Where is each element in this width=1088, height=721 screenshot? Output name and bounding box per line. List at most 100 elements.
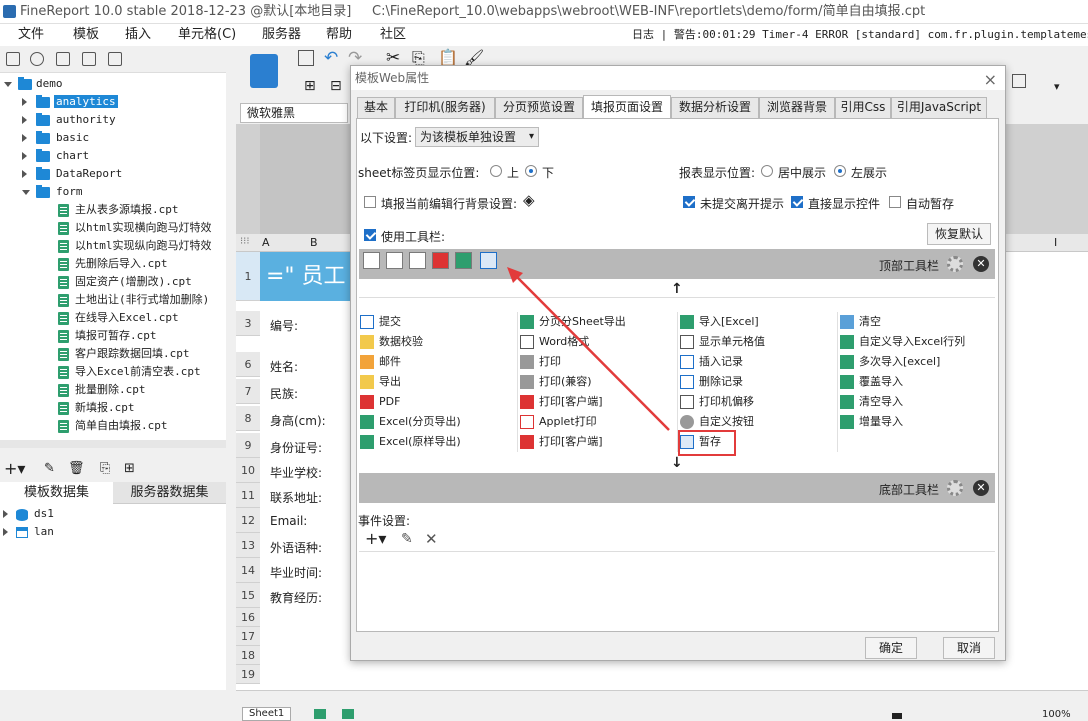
delete-icon[interactable] [108,52,122,66]
menu-insert[interactable]: 插入 [125,24,151,46]
btn-insert-record[interactable]: 插入记录 [679,352,743,372]
btn-print-client[interactable]: 打印[客户端] [519,392,603,412]
tree-node-basic[interactable]: basic [0,129,89,147]
excel-export-icon[interactable] [455,252,472,269]
checkbox-auto-save[interactable] [889,196,901,208]
add-event-icon[interactable]: +▾ [365,529,386,548]
btn-sheet-export[interactable]: 分页分Sheet导出 [519,312,626,332]
row-header-6[interactable]: 6 [236,352,260,377]
row-header-14[interactable]: 14 [236,558,260,583]
tree-file[interactable]: 导入Excel前清空表.cpt [0,363,201,381]
cell-element-icon[interactable] [250,54,278,88]
delete-icon[interactable]: ✕ [425,530,438,548]
tab-data-analysis[interactable]: 数据分析设置 [671,97,759,118]
tree-file[interactable]: 先删除后导入.cpt [0,255,168,273]
print-icon[interactable] [409,252,426,269]
tree-node-form[interactable]: form [0,183,83,201]
btn-clear[interactable]: 清空 [839,312,881,332]
btn-multi-import[interactable]: 多次导入[excel] [839,352,940,372]
tree-node-demo[interactable]: demo [0,75,63,93]
refresh-icon[interactable] [30,52,44,66]
menu-server[interactable]: 服务器 [262,24,301,46]
locate-icon[interactable] [56,52,70,66]
temp-save-icon[interactable] [480,252,497,269]
gear-icon[interactable] [947,256,963,272]
btn-verify[interactable]: 数据校验 [359,332,423,352]
tab-write-page[interactable]: 填报页面设置 [583,95,671,118]
new-folder-icon[interactable] [6,52,20,66]
tree-file[interactable]: 填报可暂存.cpt [0,327,157,345]
row-header-12[interactable]: 12 [236,508,260,533]
row-header-9[interactable]: 9 [236,433,260,458]
row-header-3[interactable]: 3 [236,311,260,336]
tab-page-preview[interactable]: 分页预览设置 [495,97,583,118]
expand-arrow-icon[interactable] [4,82,12,87]
checkbox-use-toolbar[interactable] [364,229,376,241]
undo-icon[interactable]: ↶ [324,48,338,68]
tab-server-datasets[interactable]: 服务器数据集 [113,482,226,504]
collapse-arrow-icon[interactable] [22,152,27,160]
tree-node-authority[interactable]: authority [0,111,116,129]
cell-label[interactable]: 毕业时间: [270,564,322,581]
tree-file[interactable]: 土地出让(非行式增加删除) [0,291,209,309]
edit-icon[interactable]: ✎ [401,531,413,547]
btn-excel-original[interactable]: Excel(原样导出) [359,432,461,452]
btn-clear-import[interactable]: 清空导入 [839,392,903,412]
tab-printer[interactable]: 打印机(服务器) [395,97,495,118]
row-header-18[interactable]: 18 [236,646,260,665]
row-header-7[interactable]: 7 [236,379,260,404]
btn-word[interactable]: Word格式 [519,332,589,352]
tree-file[interactable]: 新填报.cpt [0,399,135,417]
collapse-arrow-icon[interactable] [3,528,8,536]
top-toolbar-area[interactable]: 顶部工具栏 ✕ [359,249,995,279]
menu-cell[interactable]: 单元格(C) [178,24,236,46]
insert-row-icon[interactable]: ⊟ [330,78,342,94]
cell-label[interactable]: Email: [270,514,307,528]
btn-submit[interactable]: 提交 [359,312,401,332]
btn-increment-import[interactable]: 增量导入 [839,412,903,432]
bottom-toolbar-area[interactable]: 底部工具栏 ✕ [359,473,995,503]
tab-template-datasets[interactable]: 模板数据集 [0,482,113,504]
close-icon[interactable]: × [984,68,997,92]
select-all-corner[interactable]: ⁝⁝⁝ [240,236,250,247]
column-i[interactable]: I [1054,236,1057,249]
tree-file[interactable]: 固定资产(增删改).cpt [0,273,192,291]
btn-custom-import[interactable]: 自定义导入Excel行列 [839,332,965,352]
border-icon[interactable] [1012,74,1026,88]
font-family-select[interactable]: 微软雅黑 [240,103,348,123]
cell-label[interactable]: 联系地址: [270,489,322,506]
tree-node-chart[interactable]: chart [0,147,89,165]
btn-email[interactable]: 邮件 [359,352,401,372]
add-poly-sheet-icon[interactable] [342,709,354,719]
more-dropdown-icon[interactable]: ▾ [1054,80,1060,93]
cancel-button[interactable]: 取消 [943,637,995,659]
btn-overwrite-import[interactable]: 覆盖导入 [839,372,903,392]
row-header-13[interactable]: 13 [236,533,260,558]
collapse-icon[interactable] [82,52,96,66]
radio-report-left[interactable] [834,165,846,177]
move-up-icon[interactable]: ↑ [671,281,683,297]
tree-file[interactable]: 客户跟踪数据回填.cpt [0,345,190,363]
move-down-icon[interactable]: ↓ [671,455,683,471]
row-header-19[interactable]: 19 [236,665,260,684]
row-header-1[interactable]: 1 [236,252,260,301]
gear-icon[interactable] [947,480,963,496]
cell-label[interactable]: 毕业学校: [270,464,322,481]
menu-file[interactable]: 文件 [18,24,44,46]
radio-sheet-top[interactable] [490,165,502,177]
tree-file[interactable]: 以html实现横向跑马灯特效 [0,219,212,237]
fill-color-icon[interactable]: ◈ [523,191,535,209]
collapse-arrow-icon[interactable] [22,134,27,142]
close-icon[interactable]: ✕ [973,256,989,272]
add-sheet-icon[interactable] [314,709,326,719]
dataset-item-ds1[interactable]: ds1 [0,505,54,523]
checkbox-row-background[interactable] [364,196,376,208]
btn-show-cell-value[interactable]: 显示单元格值 [679,332,765,352]
row-header-17[interactable]: 17 [236,627,260,646]
cell-label[interactable]: 教育经历: [270,589,322,606]
zoom-slider-thumb[interactable] [892,713,902,719]
collapse-arrow-icon[interactable] [22,116,27,124]
checkbox-direct-show[interactable] [791,196,803,208]
menu-community[interactable]: 社区 [380,24,406,46]
edit-icon[interactable]: ✎ [44,456,55,482]
